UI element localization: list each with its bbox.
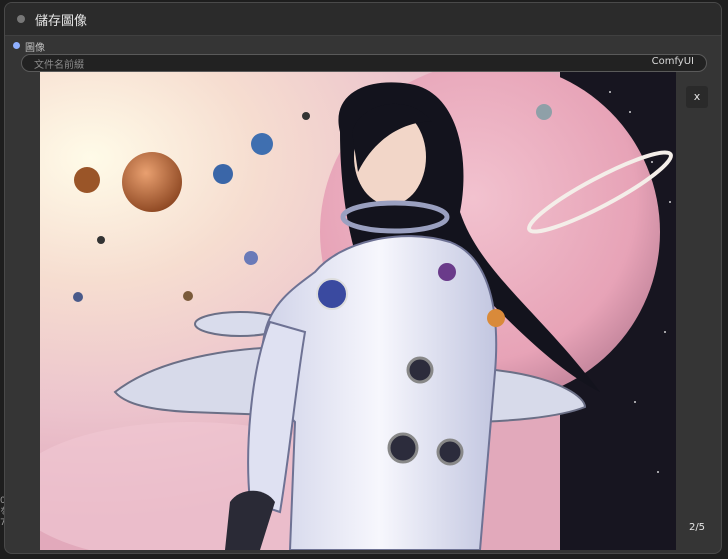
node-title: 儲存圖像: [35, 14, 88, 29]
close-preview-button[interactable]: x: [686, 86, 708, 108]
input-port-dot-icon[interactable]: [13, 42, 20, 49]
node-titlebar[interactable]: 儲存圖像: [5, 3, 721, 36]
filename-prefix-label: 文件名前綴: [34, 60, 84, 71]
preview-image-astronaut: [40, 72, 676, 550]
collapse-dot-icon[interactable]: [17, 15, 25, 23]
image-preview[interactable]: [40, 72, 676, 550]
viewer-side-panel: [676, 72, 718, 550]
input-port-label: 圖像: [25, 43, 45, 54]
filename-prefix-widget[interactable]: 文件名前綴 ComfyUI: [21, 54, 707, 72]
image-counter: 2/5: [688, 522, 706, 533]
filename-prefix-value[interactable]: ComfyUI: [652, 56, 694, 67]
